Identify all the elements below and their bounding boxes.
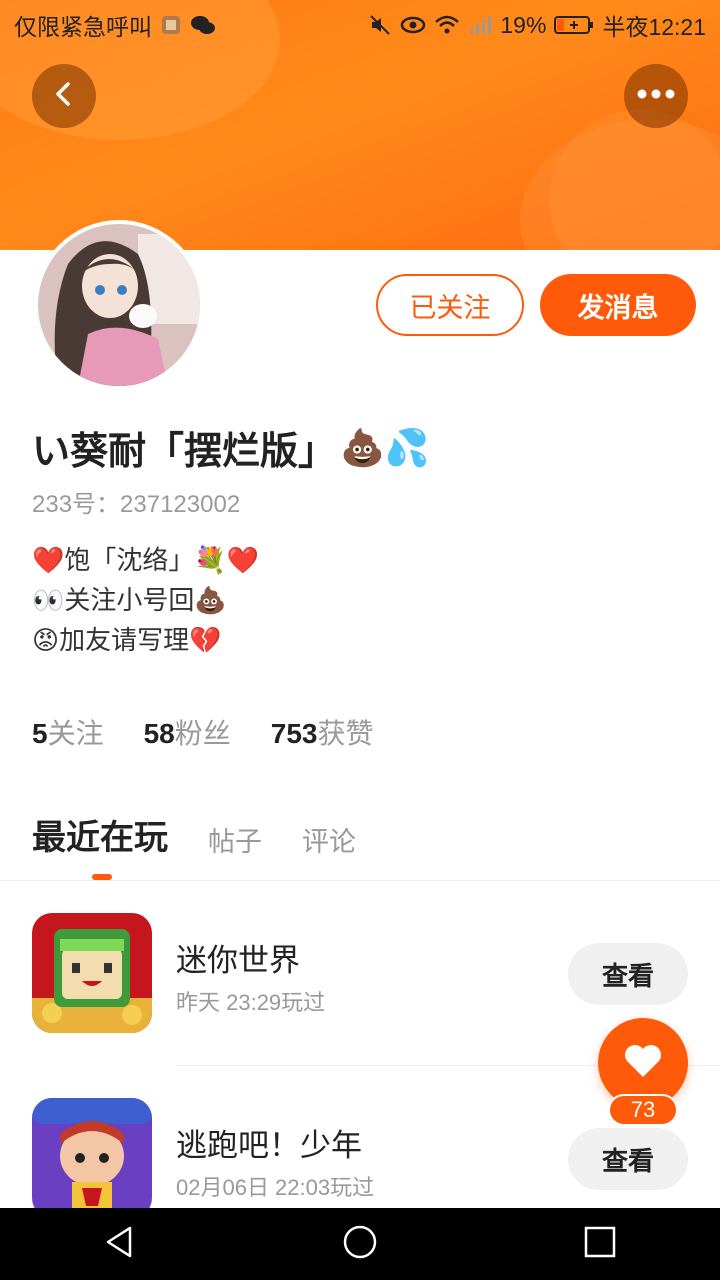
battery-icon (554, 14, 594, 36)
bio-line: ❤️饱「沈络」💐❤️ (32, 545, 260, 575)
chevron-left-icon (49, 79, 79, 114)
system-nav-bar (0, 1208, 720, 1280)
stat-number: 58 (143, 718, 175, 749)
banner-decoration (520, 120, 720, 250)
wechat-icon (190, 14, 216, 36)
nav-back-icon[interactable] (102, 1224, 138, 1265)
view-button[interactable]: 查看 (568, 943, 688, 1005)
avatar[interactable] (34, 220, 204, 390)
game-icon-mini-world (32, 913, 152, 1033)
stats-bar: 5关注 58粉丝 753获赞 (32, 712, 374, 752)
eye-icon (400, 14, 426, 36)
nickname-emoji: 💩💦 (340, 426, 430, 468)
stat-number: 753 (270, 718, 318, 749)
game-icon-run-boy (32, 1098, 152, 1208)
view-button[interactable]: 查看 (568, 1128, 688, 1190)
battery-percent: 19% (500, 11, 547, 38)
like-count-badge: 73 (608, 1094, 678, 1126)
bio-line: 😡加友请写理💔 (32, 625, 222, 655)
tab-recently-played[interactable]: 最近在玩 (32, 810, 168, 859)
bio: ❤️饱「沈络」💐❤️ 👀关注小号回💩 😡加友请写理💔 (32, 540, 259, 660)
game-last-played: 02月06日 22:03玩过 (176, 1175, 375, 1200)
stat-number: 5 (32, 718, 48, 749)
stat-label: 获赞 (317, 718, 374, 749)
more-button[interactable] (624, 64, 688, 128)
following-button[interactable]: 已关注 (376, 274, 524, 336)
game-last-played: 昨天 23:29玩过 (176, 990, 326, 1015)
user-id: 233号：237123002 (32, 491, 241, 518)
nickname: い葵耐「摆烂版」 💩💦 (32, 420, 430, 475)
tab-bar: 最近在玩 帖子 评论 (32, 810, 356, 859)
tab-posts[interactable]: 帖子 (208, 820, 262, 859)
carrier-text: 仅限紧急呼叫 (14, 14, 152, 40)
game-name: 逃跑吧！少年 (176, 1128, 362, 1163)
heart-icon (623, 1043, 663, 1084)
tab-comments[interactable]: 评论 (302, 820, 356, 859)
status-bar: 仅限紧急呼叫 19% 半夜12:21 (0, 0, 720, 50)
nav-recents-icon[interactable] (582, 1224, 618, 1265)
stat-following[interactable]: 5关注 (32, 712, 104, 752)
clock: 半夜12:21 (602, 14, 706, 40)
game-list-item[interactable]: 迷你世界 昨天 23:29玩过 查看 (32, 913, 720, 1033)
more-dots-icon (636, 87, 676, 105)
stat-label: 粉丝 (174, 718, 231, 749)
back-button[interactable] (32, 64, 96, 128)
divider (0, 880, 720, 881)
stat-label: 关注 (47, 718, 104, 749)
wifi-icon (434, 14, 460, 36)
app-notification-icon (160, 14, 182, 36)
nickname-text: い葵耐「摆烂版」 (32, 431, 337, 473)
avatar-image (38, 224, 200, 386)
bio-line: 👀关注小号回💩 (32, 585, 227, 615)
nav-home-icon[interactable] (342, 1224, 378, 1265)
stat-fans[interactable]: 58粉丝 (144, 712, 231, 752)
signal-icon (468, 14, 492, 36)
mute-icon (368, 13, 392, 37)
stat-likes[interactable]: 753获赞 (271, 712, 374, 752)
game-name: 迷你世界 (176, 943, 300, 978)
send-message-button[interactable]: 发消息 (540, 274, 696, 336)
